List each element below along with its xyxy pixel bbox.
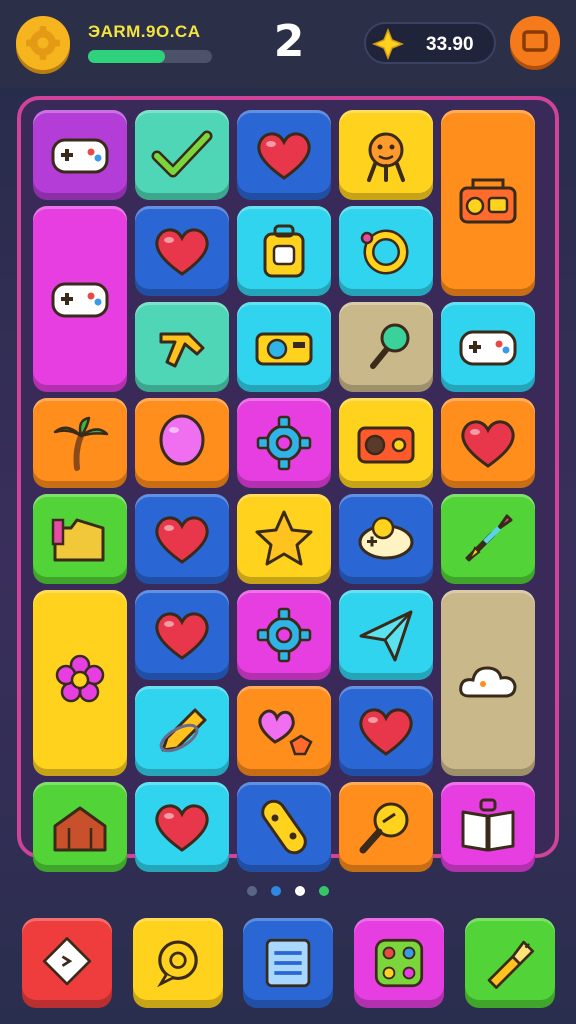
controller-icon bbox=[358, 516, 414, 560]
tile-controller[interactable] bbox=[339, 494, 433, 584]
tile-gamepad[interactable] bbox=[33, 206, 127, 392]
tile-heart[interactable] bbox=[135, 494, 229, 584]
tile-gear[interactable] bbox=[237, 398, 331, 488]
tile-flower[interactable] bbox=[33, 590, 127, 776]
list-icon bbox=[265, 938, 311, 988]
tile-heart[interactable] bbox=[441, 398, 535, 488]
tile-backpack[interactable] bbox=[237, 206, 331, 296]
gamepad-icon bbox=[51, 282, 109, 318]
tile-gear[interactable] bbox=[237, 590, 331, 680]
checkmark-icon bbox=[151, 130, 213, 178]
tile-heart[interactable] bbox=[135, 206, 229, 296]
tile-skateboard[interactable] bbox=[237, 782, 331, 872]
gamepad-icon bbox=[51, 138, 109, 174]
flashlight-button[interactable] bbox=[465, 918, 555, 1008]
house-icon bbox=[53, 806, 107, 852]
balloon-icon bbox=[159, 414, 205, 466]
gear-icon bbox=[256, 415, 312, 471]
character-icon bbox=[367, 132, 405, 182]
backpack-icon bbox=[263, 224, 305, 278]
tag-button[interactable] bbox=[22, 918, 112, 1008]
book-icon bbox=[461, 798, 515, 852]
page-dot[interactable] bbox=[295, 886, 305, 896]
camera-icon bbox=[255, 332, 313, 366]
tile-paper-plane[interactable] bbox=[339, 590, 433, 680]
tile-rocket[interactable] bbox=[441, 494, 535, 584]
tile-gamepad[interactable] bbox=[441, 302, 535, 392]
tile-pencil[interactable] bbox=[135, 686, 229, 776]
tile-heart[interactable] bbox=[339, 686, 433, 776]
xp-progress-bar bbox=[88, 50, 212, 63]
tile-house[interactable] bbox=[33, 782, 127, 872]
tool-icon bbox=[159, 332, 205, 368]
gear-icon bbox=[256, 607, 312, 663]
tile-hearts[interactable] bbox=[237, 686, 331, 776]
tile-heart[interactable] bbox=[237, 110, 331, 200]
tile-checkmark[interactable] bbox=[135, 110, 229, 200]
tag-icon bbox=[42, 937, 92, 986]
paper-plane-icon bbox=[359, 610, 413, 662]
sparkle-icon bbox=[372, 28, 404, 60]
heart-icon bbox=[257, 132, 311, 180]
flower-icon bbox=[55, 654, 105, 703]
boombox-icon bbox=[459, 178, 517, 224]
tile-gamepad[interactable] bbox=[33, 110, 127, 200]
magnifier-icon bbox=[359, 802, 409, 854]
palm-tree-icon bbox=[53, 416, 109, 471]
heart-icon bbox=[461, 420, 515, 468]
star-icon bbox=[255, 510, 313, 566]
tile-book[interactable] bbox=[441, 782, 535, 872]
level-number: 2 bbox=[273, 16, 305, 67]
palette-icon bbox=[374, 938, 424, 988]
rocket-icon bbox=[465, 514, 513, 562]
flashlight-icon bbox=[487, 940, 535, 989]
chat-icon bbox=[157, 940, 198, 988]
tile-balloon[interactable] bbox=[135, 398, 229, 488]
heart-icon bbox=[155, 804, 209, 852]
tile-camera[interactable] bbox=[237, 302, 331, 392]
page-dot[interactable] bbox=[319, 886, 329, 896]
coin-value: 33.90 bbox=[426, 34, 474, 55]
tile-ring[interactable] bbox=[339, 206, 433, 296]
tile-heart[interactable] bbox=[135, 782, 229, 872]
pencil-icon bbox=[159, 708, 207, 753]
heart-icon bbox=[359, 708, 413, 756]
heart-icon bbox=[155, 228, 209, 276]
tile-character[interactable] bbox=[339, 110, 433, 200]
player-name: ЭАRM.9O.CA bbox=[88, 22, 201, 41]
list-button[interactable] bbox=[243, 918, 333, 1008]
tile-magnifier[interactable] bbox=[339, 782, 433, 872]
chat-button[interactable] bbox=[133, 918, 223, 1008]
settings-button[interactable] bbox=[16, 16, 70, 70]
tile-cloud[interactable] bbox=[441, 590, 535, 776]
tile-lollipop[interactable] bbox=[339, 302, 433, 392]
tile-heart[interactable] bbox=[135, 590, 229, 680]
radio-icon bbox=[357, 426, 415, 464]
folder-icon bbox=[51, 518, 105, 562]
tile-star[interactable] bbox=[237, 494, 331, 584]
cloud-icon bbox=[459, 666, 517, 698]
menu-icon bbox=[522, 30, 548, 52]
gear-icon bbox=[26, 26, 60, 60]
tile-boombox[interactable] bbox=[441, 110, 535, 296]
heart-icon bbox=[155, 516, 209, 564]
skateboard-icon bbox=[261, 799, 307, 855]
palette-button[interactable] bbox=[354, 918, 444, 1008]
tile-palm-tree[interactable] bbox=[33, 398, 127, 488]
hearts-icon bbox=[258, 709, 313, 756]
game-board bbox=[17, 96, 559, 872]
page-dot[interactable] bbox=[247, 886, 257, 896]
gamepad-icon bbox=[459, 330, 517, 366]
ring-icon bbox=[360, 229, 409, 275]
xp-progress-fill bbox=[88, 50, 165, 63]
tile-tool[interactable] bbox=[135, 302, 229, 392]
coin-counter: 33.90 bbox=[364, 22, 496, 64]
page-indicator bbox=[0, 886, 576, 898]
tile-folder[interactable] bbox=[33, 494, 127, 584]
page-dot[interactable] bbox=[271, 886, 281, 896]
lollipop-icon bbox=[370, 323, 410, 369]
heart-icon bbox=[155, 612, 209, 660]
menu-button[interactable] bbox=[510, 16, 560, 66]
tile-radio[interactable] bbox=[339, 398, 433, 488]
